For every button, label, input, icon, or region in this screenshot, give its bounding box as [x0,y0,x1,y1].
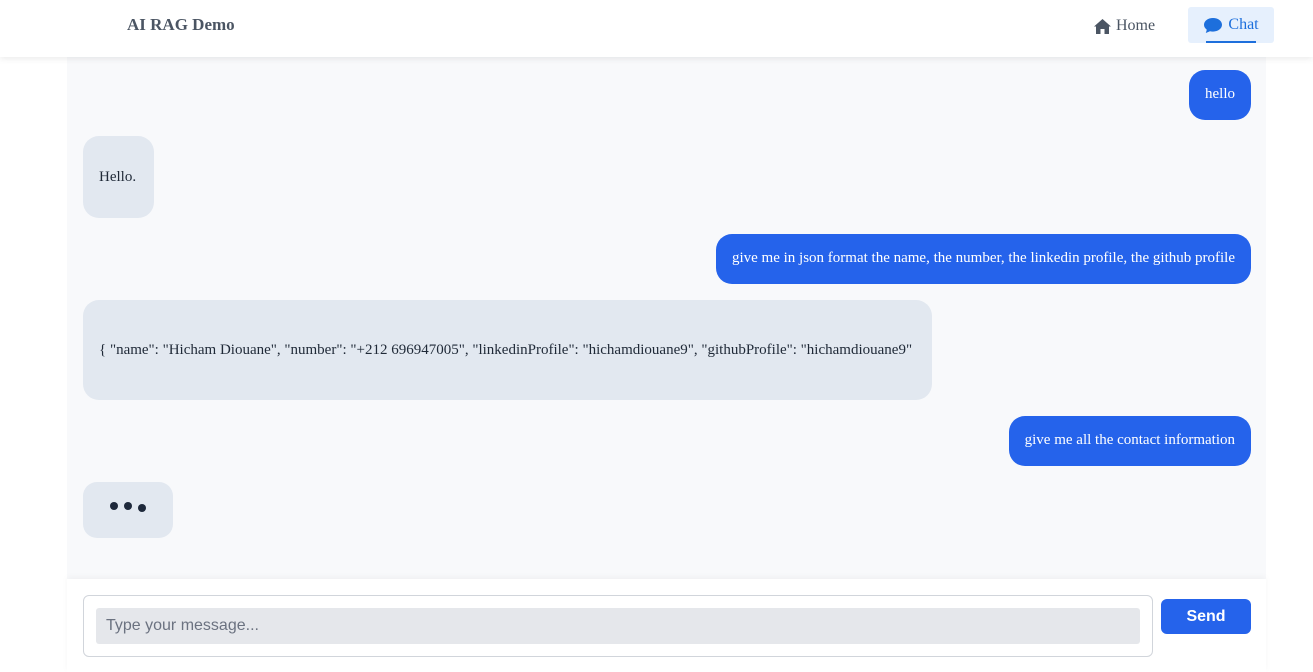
user-message: give me all the contact information [1008,416,1251,466]
active-tab-indicator [1206,41,1256,43]
typing-dot [124,502,132,510]
typing-indicator [83,482,173,538]
typing-dot [138,504,146,512]
nav-home-link[interactable]: Home [1093,14,1155,38]
message-input[interactable] [96,608,1140,644]
home-icon [1093,18,1112,35]
message-input-container[interactable] [83,595,1153,657]
nav-home-label: Home [1116,17,1156,34]
user-message: hello [1189,70,1251,120]
user-message: give me in json format the name, the num… [715,234,1251,284]
brand-title[interactable]: AI RAG Demo [127,15,235,35]
bot-message: { "name": "Hicham Diouane", "number": "+… [83,300,932,400]
bot-message-text: { "name": "Hicham Diouane", "number": "+… [99,342,913,358]
nav-chat-link[interactable]: Chat [1188,7,1274,43]
bot-message: Hello. [83,136,154,218]
chat-messages-area[interactable]: hello Hello. give me in json format the … [67,57,1266,579]
typing-dot [110,502,118,510]
send-button[interactable]: Send [1161,599,1251,634]
bot-message-text: Hello. [99,169,137,185]
top-navbar: AI RAG Demo Home Chat [0,0,1313,57]
chat-bubble-icon [1203,17,1223,34]
nav-chat-label: Chat [1228,16,1259,33]
message-composer: Send [67,579,1266,672]
